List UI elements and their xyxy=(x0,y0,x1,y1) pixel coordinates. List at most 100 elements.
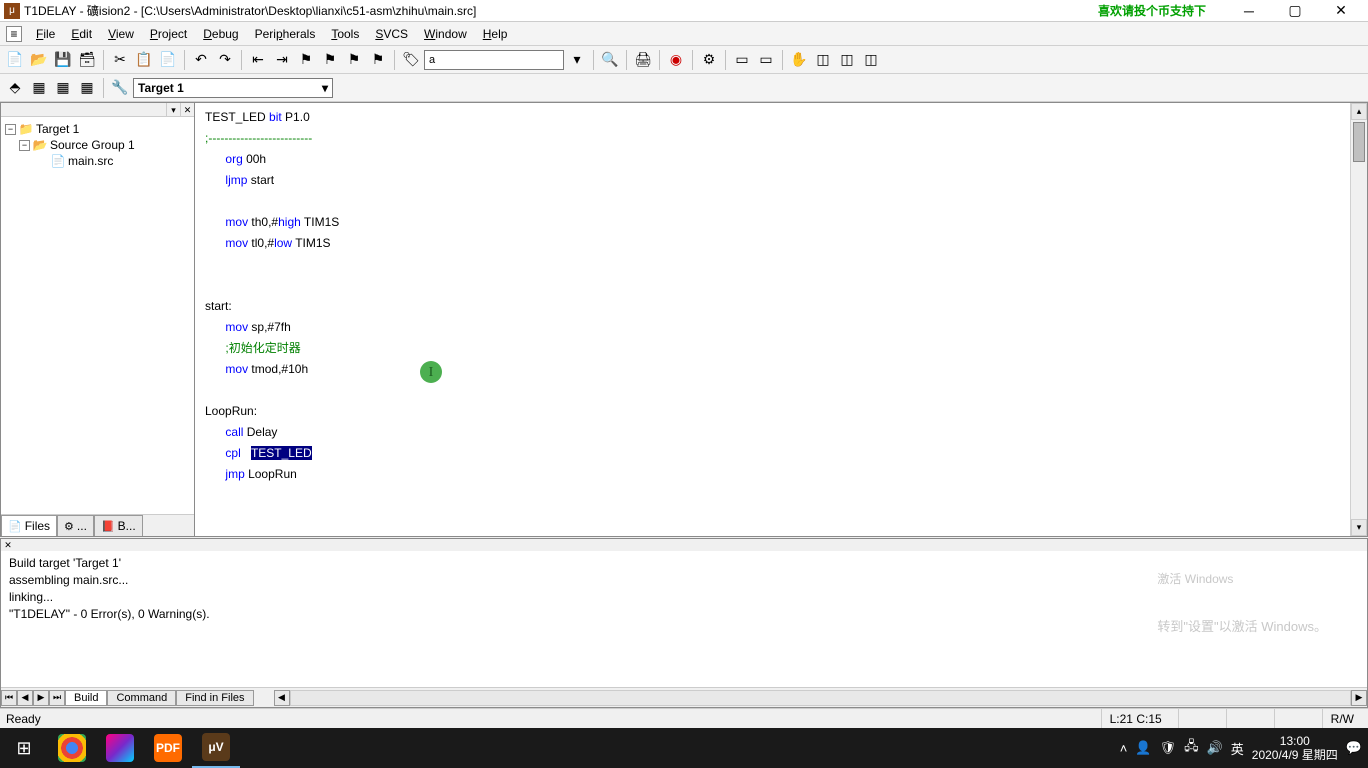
output-close-icon[interactable]: ✕ xyxy=(1,539,15,551)
tray-defender-icon[interactable]: 🛡 xyxy=(1160,740,1177,756)
scroll-down-icon[interactable]: ▾ xyxy=(1351,519,1367,536)
bookmark-clear-icon[interactable]: ⚑ xyxy=(367,49,389,71)
indent-right-icon[interactable]: ⇥ xyxy=(271,49,293,71)
taskbar-app1[interactable] xyxy=(96,728,144,768)
target-options-icon[interactable]: 🔧 xyxy=(109,77,131,99)
menu-window[interactable]: Window xyxy=(416,24,475,44)
tab-scroll-prev-icon[interactable]: ◀ xyxy=(17,690,33,706)
window2-icon[interactable]: ▭ xyxy=(755,49,777,71)
hand-icon[interactable]: ✋ xyxy=(788,49,810,71)
tab-scroll-first-icon[interactable]: ⏮ xyxy=(1,690,17,706)
collapse-icon[interactable]: − xyxy=(5,124,16,135)
target-select[interactable]: Target 1▾ xyxy=(133,78,333,98)
menu-view[interactable]: View xyxy=(100,24,142,44)
menu-edit[interactable]: Edit xyxy=(63,24,100,44)
debug-icon[interactable]: ◉ xyxy=(665,49,687,71)
code-editor[interactable]: TEST_LED bit P1.0 ;---------------------… xyxy=(195,103,1367,536)
status-cap xyxy=(1178,709,1218,728)
save-all-icon[interactable]: 🗃 xyxy=(76,49,98,71)
undo-icon[interactable]: ↶ xyxy=(190,49,212,71)
tab-scroll-next-icon[interactable]: ▶ xyxy=(33,690,49,706)
hscroll-right-icon[interactable]: ▶ xyxy=(1351,690,1367,706)
tree-file-main[interactable]: 📄 main.src xyxy=(5,153,190,169)
menu-project[interactable]: Project xyxy=(142,24,195,44)
editor-scrollbar[interactable]: ▴ ▾ xyxy=(1350,103,1367,536)
tree-target[interactable]: − 📁 Target 1 xyxy=(5,121,190,137)
project-tree[interactable]: − 📁 Target 1 − 📂 Source Group 1 📄 main.s… xyxy=(1,117,194,514)
find-icon[interactable]: 🔍 xyxy=(599,49,621,71)
copy-icon[interactable]: 📋 xyxy=(133,49,155,71)
maximize-button[interactable]: ▢ xyxy=(1272,0,1318,22)
status-ready: Ready xyxy=(6,712,41,726)
taskbar-uvision[interactable]: μV xyxy=(192,728,240,768)
tray-notifications-icon[interactable]: 💬 xyxy=(1346,740,1362,756)
save-icon[interactable]: 💾 xyxy=(52,49,74,71)
tab-scroll-last-icon[interactable]: ⏭ xyxy=(49,690,65,706)
print-icon[interactable]: 🖨 xyxy=(632,49,654,71)
rebuild-icon[interactable]: ▦ xyxy=(28,77,50,99)
system-tray: ˄ 👤 🛡 🖧 🔊 英 13:00 2020/4/9 星期四 💬 xyxy=(1114,734,1368,762)
open-file-icon[interactable]: 📂 xyxy=(28,49,50,71)
tool3-icon[interactable]: ◫ xyxy=(860,49,882,71)
start-button[interactable]: ⊞ xyxy=(0,728,48,768)
collapse-icon[interactable]: − xyxy=(19,140,30,151)
dropdown-icon[interactable]: ▾ xyxy=(566,49,588,71)
app-menu-icon[interactable]: ≡ xyxy=(6,26,22,42)
close-button[interactable]: ✕ xyxy=(1318,0,1364,22)
indent-left-icon[interactable]: ⇤ xyxy=(247,49,269,71)
tab-files[interactable]: 📄 Files xyxy=(1,515,57,536)
window-title: T1DELAY - 礦ision2 - [C:\Users\Administra… xyxy=(24,2,1098,19)
find-text-icon[interactable]: 🏷 xyxy=(400,49,422,71)
scroll-up-icon[interactable]: ▴ xyxy=(1351,103,1367,120)
tray-up-icon[interactable]: ˄ xyxy=(1120,741,1128,756)
build-all-icon[interactable]: ▦ xyxy=(52,77,74,99)
taskbar-chrome[interactable] xyxy=(48,728,96,768)
tab-find-in-files[interactable]: Find in Files xyxy=(176,690,253,706)
menu-help[interactable]: Help xyxy=(475,24,516,44)
menu-bar: ≡ FFileile Edit View Project Debug Perip… xyxy=(0,22,1368,46)
build-target-icon[interactable]: ⬘ xyxy=(4,77,26,99)
paste-icon[interactable]: 📄 xyxy=(157,49,179,71)
bookmark-prev-icon[interactable]: ⚑ xyxy=(343,49,365,71)
new-file-icon[interactable]: 📄 xyxy=(4,49,26,71)
cursor-indicator: I xyxy=(420,361,442,383)
tray-volume-icon[interactable]: 🔊 xyxy=(1207,740,1223,756)
window1-icon[interactable]: ▭ xyxy=(731,49,753,71)
project-panel: ▾ ✕ − 📁 Target 1 − 📂 Source Group 1 📄 ma… xyxy=(0,102,195,537)
file-icon: 📄 xyxy=(50,154,66,168)
menu-peripherals[interactable]: Peripherals xyxy=(247,24,324,44)
hscroll-left-icon[interactable]: ◀ xyxy=(274,690,290,706)
title-bar: μ T1DELAY - 礦ision2 - [C:\Users\Administ… xyxy=(0,0,1368,22)
tray-network-icon[interactable]: 🖧 xyxy=(1184,737,1199,759)
bookmark-next-icon[interactable]: ⚑ xyxy=(319,49,341,71)
tool2-icon[interactable]: ◫ xyxy=(836,49,858,71)
tray-people-icon[interactable]: 👤 xyxy=(1135,740,1151,756)
minimize-button[interactable]: ─ xyxy=(1226,0,1272,22)
menu-file[interactable]: FFileile xyxy=(28,24,63,44)
scroll-thumb[interactable] xyxy=(1353,122,1365,162)
tray-clock[interactable]: 13:00 2020/4/9 星期四 xyxy=(1252,734,1338,762)
menu-tools[interactable]: Tools xyxy=(323,24,367,44)
tray-ime[interactable]: 英 xyxy=(1231,739,1244,758)
tree-source-group[interactable]: − 📂 Source Group 1 xyxy=(5,137,190,153)
status-bar: Ready L:21 C:15 R/W xyxy=(0,708,1368,728)
cut-icon[interactable]: ✂ xyxy=(109,49,131,71)
panel-dropdown-icon[interactable]: ▾ xyxy=(166,103,180,117)
menu-debug[interactable]: Debug xyxy=(195,24,246,44)
tool1-icon[interactable]: ◫ xyxy=(812,49,834,71)
status-cursor-pos: L:21 C:15 xyxy=(1101,709,1170,728)
menu-svcs[interactable]: SVCS xyxy=(367,24,416,44)
find-input[interactable] xyxy=(424,50,564,70)
bookmark-icon[interactable]: ⚑ xyxy=(295,49,317,71)
tab-build[interactable]: Build xyxy=(65,690,107,706)
tab-command[interactable]: Command xyxy=(107,690,176,706)
tab-regs[interactable]: ⚙ ... xyxy=(57,515,94,536)
panel-close-icon[interactable]: ✕ xyxy=(180,103,194,117)
taskbar-pdf[interactable]: PDF xyxy=(144,728,192,768)
tab-books[interactable]: 📕 B... xyxy=(94,515,143,536)
build-output[interactable]: Build target 'Target 1' assembling main.… xyxy=(1,551,1367,687)
build-toolbar: ⬘ ▦ ▦ ▦ 🔧 Target 1▾ xyxy=(0,74,1368,102)
stop-build-icon[interactable]: ▦ xyxy=(76,77,98,99)
redo-icon[interactable]: ↷ xyxy=(214,49,236,71)
options-icon[interactable]: ⚙ xyxy=(698,49,720,71)
